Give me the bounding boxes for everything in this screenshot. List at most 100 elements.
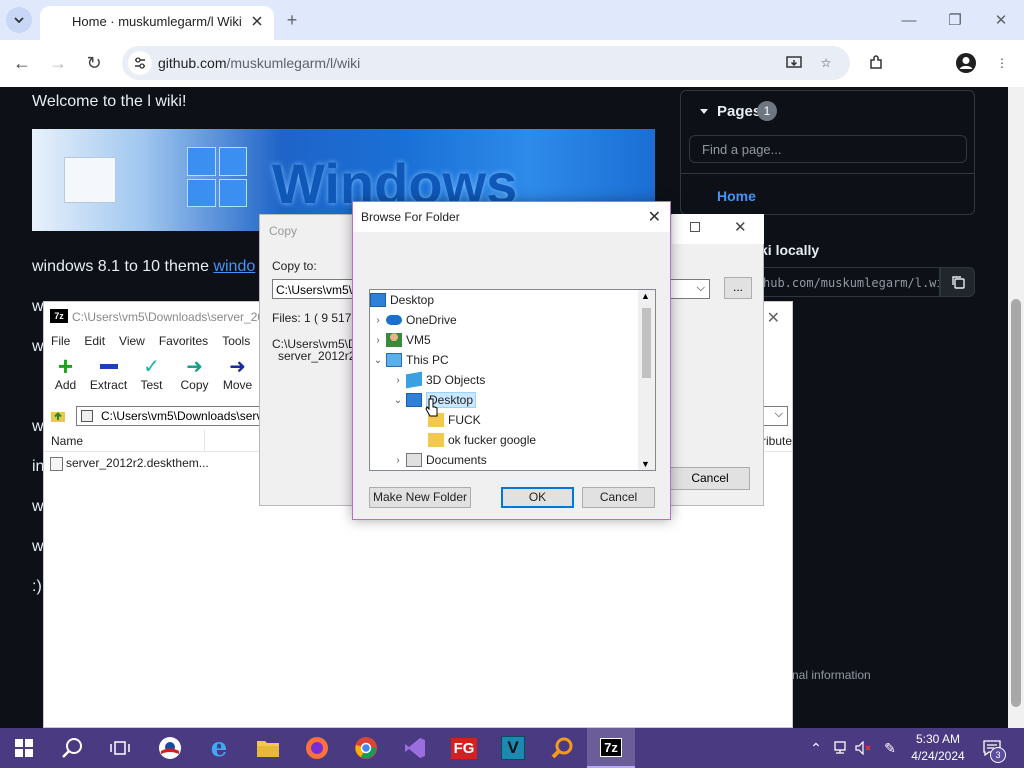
test-button[interactable]: ✓ Test — [130, 354, 173, 400]
menu-file[interactable]: File — [44, 332, 77, 352]
taskbar-app-chrome[interactable] — [342, 728, 390, 768]
address-bar[interactable]: github.com/muskumlegarm/l/wiki ☆ — [122, 46, 850, 80]
make-new-folder-button[interactable]: Make New Folder — [369, 487, 471, 508]
column-attributes[interactable]: ribute — [762, 434, 792, 448]
chevron-down-icon — [14, 17, 24, 24]
documents-icon — [406, 453, 422, 467]
taskbar-app-fg[interactable]: FG — [440, 728, 488, 768]
ok-button[interactable]: OK — [501, 487, 574, 508]
tree-scrollbar[interactable]: ▲ ▼ — [638, 290, 655, 470]
tree-item-documents[interactable]: › Documents — [390, 450, 487, 470]
copy-dialog-titlebar-controls: ✕ — [672, 214, 764, 244]
browse-button[interactable]: ... — [724, 277, 752, 299]
chevron-down-icon[interactable]: ⌄ — [390, 395, 406, 406]
restore-button[interactable]: ❐ — [943, 10, 967, 30]
folder-icon — [257, 741, 279, 757]
tree-item-folder-2[interactable]: ok fucker google — [428, 430, 536, 450]
desktop-icon — [406, 393, 422, 407]
copy-cancel-button[interactable]: Cancel — [670, 467, 750, 490]
tree-item-desktop-root[interactable]: Desktop — [370, 290, 434, 310]
extract-button[interactable]: Extract — [87, 354, 130, 400]
tree-scrollbar-thumb[interactable] — [642, 308, 651, 378]
chevron-right-icon[interactable]: › — [370, 315, 386, 326]
search-icon — [62, 738, 82, 758]
menu-edit[interactable]: Edit — [77, 332, 112, 352]
tray-overflow-chevron-icon[interactable]: ⌃ — [806, 738, 826, 758]
triangle-down-icon[interactable] — [699, 107, 709, 117]
file-row[interactable]: server_2012r2.deskthem... — [50, 456, 209, 471]
tree-item-vm5[interactable]: › VM5 — [370, 330, 431, 350]
taskbar-app-firefox[interactable] — [293, 728, 341, 768]
copy-dialog-title: Copy — [269, 224, 298, 238]
profile-avatar-icon[interactable] — [954, 51, 978, 75]
wiki-line-fragment: w — [32, 338, 44, 355]
site-info-icon[interactable] — [128, 51, 152, 75]
scroll-up-icon[interactable]: ▲ — [641, 291, 650, 301]
menu-view[interactable]: View — [112, 332, 152, 352]
menu-favorites[interactable]: Favorites — [152, 332, 215, 352]
reload-button[interactable]: ↻ — [82, 51, 106, 75]
copy-clone-url-button[interactable] — [940, 267, 975, 297]
tab-github-wiki[interactable]: Home · muskumlegarm/l Wiki — [40, 6, 274, 40]
tree-item-onedrive[interactable]: › OneDrive — [370, 310, 456, 330]
tab-search-button[interactable] — [6, 7, 32, 33]
close-window-button[interactable]: ✕ — [989, 10, 1013, 30]
new-tab-button[interactable]: + — [280, 8, 304, 32]
cancel-button[interactable]: Cancel — [582, 487, 655, 508]
chevron-down-icon[interactable]: ⌄ — [370, 355, 386, 366]
user-icon — [386, 333, 402, 347]
tab-close-icon[interactable] — [248, 12, 266, 30]
search-button[interactable] — [48, 728, 96, 768]
find-page-input[interactable]: Find a page... — [689, 135, 967, 163]
extensions-icon[interactable] — [864, 51, 888, 75]
taskbar-app-ie[interactable]: e — [195, 728, 243, 768]
scroll-down-icon[interactable]: ▼ — [641, 459, 650, 469]
tree-item-label: Documents — [426, 453, 487, 467]
back-button[interactable]: ← — [10, 51, 34, 75]
tree-item-3d-objects[interactable]: › 3D Objects — [390, 370, 485, 390]
chevron-down-icon[interactable]: ⌵ — [775, 408, 783, 421]
chevron-right-icon[interactable]: › — [370, 335, 386, 346]
forward-button[interactable]: → — [46, 51, 70, 75]
install-app-icon[interactable] — [782, 51, 806, 75]
maximize-icon[interactable] — [690, 222, 700, 232]
folder-up-icon[interactable] — [48, 406, 68, 426]
folder-tree[interactable]: Desktop › OneDrive › VM5 ⌄ This PC › 3D … — [369, 289, 656, 471]
move-label: Move — [222, 378, 253, 392]
column-name[interactable]: Name — [51, 434, 83, 448]
task-view-button[interactable] — [96, 728, 144, 768]
chevron-right-icon[interactable]: › — [390, 455, 406, 466]
7zip-toolbar: + Add Extract ✓ Test ➜ Copy ➜ Move — [44, 351, 259, 400]
network-icon[interactable] — [830, 738, 850, 758]
close-icon[interactable]: ✕ — [648, 207, 661, 227]
chrome-menu-icon[interactable]: ⋮ — [990, 51, 1014, 75]
move-button[interactable]: ➜ Move — [216, 354, 259, 400]
close-icon[interactable]: ✕ — [767, 308, 780, 328]
home-page-link[interactable]: Home — [717, 188, 756, 204]
copy-button[interactable]: ➜ Copy — [173, 354, 216, 400]
pen-icon[interactable]: ✎ — [880, 738, 900, 758]
taskbar-app-7zip[interactable]: 7z — [587, 728, 635, 768]
close-icon[interactable]: ✕ — [734, 218, 747, 236]
taskbar-app-visual-studio[interactable] — [391, 728, 439, 768]
tree-item-this-pc[interactable]: ⌄ This PC — [370, 350, 449, 370]
folder-icon — [428, 433, 444, 447]
taskbar-app-obama[interactable] — [146, 728, 194, 768]
add-button[interactable]: + Add — [44, 351, 87, 400]
add-label: Add — [54, 378, 77, 392]
tray-clock[interactable]: 5:30 AM 4/24/2024 — [908, 731, 968, 765]
bookmark-star-icon[interactable]: ☆ — [814, 51, 838, 75]
chevron-down-icon[interactable]: ⌵ — [697, 282, 705, 295]
volume-muted-icon[interactable] — [854, 738, 874, 758]
taskbar-app-search-tool[interactable] — [538, 728, 586, 768]
start-button[interactable] — [0, 728, 48, 768]
theme-link[interactable]: windo — [213, 258, 255, 275]
menu-tools[interactable]: Tools — [215, 332, 257, 352]
browse-for-folder-dialog: Browse For Folder ✕ Desktop › OneDrive ›… — [352, 201, 671, 520]
taskbar-app-file-explorer[interactable] — [244, 728, 292, 768]
page-scrollbar[interactable] — [1008, 87, 1024, 728]
minimize-button[interactable]: — — [897, 10, 921, 30]
scrollbar-thumb[interactable] — [1011, 299, 1021, 707]
chevron-right-icon[interactable]: › — [390, 375, 406, 386]
taskbar-app-v[interactable]: V — [489, 728, 537, 768]
